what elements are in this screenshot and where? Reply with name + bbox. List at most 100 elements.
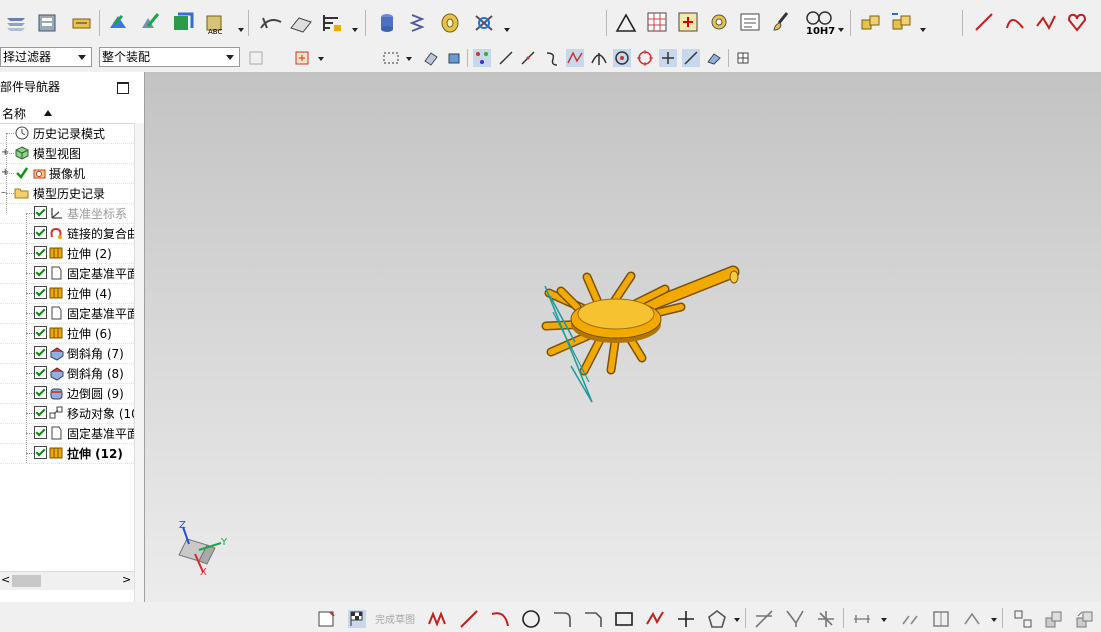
profile-icon[interactable] — [426, 608, 448, 630]
maximize-icon[interactable] — [117, 82, 129, 94]
spring-icon[interactable] — [406, 12, 430, 34]
select-frame-icon[interactable] — [293, 49, 311, 67]
component-icon[interactable] — [858, 10, 884, 34]
feature-visibility-checkbox[interactable] — [34, 346, 47, 359]
analysis-icon[interactable] — [106, 10, 130, 34]
tree-row[interactable]: 固定基准平面 (3) — [0, 263, 144, 284]
plus-point-icon[interactable] — [659, 49, 677, 67]
section-icon[interactable] — [170, 10, 194, 34]
visible-check-icon[interactable] — [16, 167, 28, 179]
sweep-icon[interactable] — [288, 12, 314, 34]
assembly-icon[interactable] — [889, 10, 915, 34]
triangle-icon[interactable] — [614, 12, 638, 34]
tree-row[interactable]: + 模型视图 — [0, 143, 134, 164]
tree-row[interactable]: 拉伸 (12) — [0, 443, 134, 464]
center-point-icon[interactable] — [613, 49, 631, 67]
tangent-icon[interactable] — [682, 49, 700, 67]
table-icon[interactable] — [645, 10, 669, 34]
heart-curve-icon[interactable] — [1065, 10, 1089, 34]
intersection-icon[interactable] — [566, 49, 584, 67]
scroll-thumb[interactable] — [12, 575, 41, 587]
vertical-scrollbar[interactable] — [134, 123, 144, 602]
edit-object-icon[interactable] — [70, 12, 94, 34]
spline-icon[interactable] — [1034, 10, 1058, 34]
scroll-left-icon[interactable]: < — [1, 573, 10, 586]
flower-model[interactable] — [541, 265, 740, 376]
tolerance-icon[interactable] — [804, 10, 834, 26]
arc-icon[interactable] — [489, 608, 511, 630]
horizontal-scrollbar[interactable]: < > — [0, 571, 134, 590]
finish-flag-icon[interactable] — [346, 608, 368, 630]
dimension-icon[interactable] — [1012, 608, 1034, 630]
tree-row[interactable]: 移动对象 (10) — [0, 403, 143, 424]
tree-row[interactable]: 拉伸 (6) — [0, 323, 134, 344]
tree-row[interactable]: 历史记录模式 — [0, 123, 134, 144]
type-filter-select[interactable]: 择过滤器 — [0, 47, 92, 67]
line-select-icon[interactable] — [497, 49, 515, 67]
tree-row[interactable]: 倒斜角 (8) — [0, 363, 134, 384]
tree-row[interactable]: 倒斜角 (7) — [0, 343, 134, 364]
pipe-icon[interactable] — [438, 12, 462, 34]
offset-icon[interactable] — [851, 608, 873, 630]
check-tool-icon[interactable] — [138, 10, 162, 34]
tree-row[interactable]: 固定基准平面 (5) — [0, 303, 144, 324]
gear-icon[interactable] — [707, 10, 731, 34]
sketch-icon[interactable] — [316, 608, 338, 630]
polyline-icon[interactable] — [644, 608, 666, 630]
column-header-name[interactable]: 名称 — [0, 103, 134, 124]
tree-row[interactable]: 链接的复合曲线 — [0, 223, 144, 244]
feature-visibility-checkbox[interactable] — [34, 426, 47, 439]
render-text-icon[interactable]: ABC — [204, 12, 230, 36]
all-points-icon[interactable] — [473, 49, 491, 67]
offset-face-icon[interactable] — [320, 12, 346, 34]
circle-icon[interactable] — [520, 608, 542, 630]
feature-visibility-checkbox[interactable] — [34, 286, 47, 299]
view-icon[interactable] — [705, 49, 723, 67]
relations-icon[interactable] — [1074, 608, 1096, 630]
grid-point-icon[interactable] — [676, 10, 700, 34]
surface-icon[interactable] — [258, 12, 284, 34]
feature-visibility-checkbox[interactable] — [34, 386, 47, 399]
brush-icon[interactable] — [769, 10, 793, 34]
vertex-icon[interactable] — [590, 49, 608, 67]
complete-sketch-label[interactable]: 完成草图 — [375, 611, 415, 626]
sheets-icon[interactable] — [36, 12, 60, 34]
tree-row[interactable]: 边倒圆 (9) — [0, 383, 134, 404]
body-select-icon[interactable] — [445, 49, 463, 67]
selection-scope-select[interactable]: 整个装配 — [99, 47, 240, 67]
mirror-icon[interactable] — [899, 608, 921, 630]
rectangle-icon[interactable] — [613, 608, 635, 630]
tree-row[interactable]: 拉伸 (4) — [0, 283, 134, 304]
tree-row[interactable]: + 摄像机 — [0, 163, 134, 184]
scroll-right-icon[interactable]: > — [122, 573, 131, 586]
fillet-icon[interactable] — [551, 608, 573, 630]
feature-visibility-checkbox[interactable] — [34, 326, 47, 339]
line-icon[interactable] — [458, 608, 480, 630]
corner-icon[interactable] — [815, 608, 837, 630]
tree-row[interactable]: 拉伸 (2) — [0, 243, 134, 264]
feature-visibility-checkbox[interactable] — [34, 366, 47, 379]
point-icon[interactable] — [675, 608, 697, 630]
rectangle-select-icon[interactable] — [382, 49, 400, 67]
feature-visibility-checkbox[interactable] — [34, 306, 47, 319]
snap-settings-icon[interactable] — [247, 49, 265, 67]
arc-icon[interactable] — [1003, 10, 1027, 34]
tree-row[interactable]: – 模型历史记录 — [0, 183, 134, 204]
graphics-viewport[interactable]: Z Y X — [145, 72, 1101, 602]
note-icon[interactable] — [738, 10, 762, 34]
feature-visibility-checkbox[interactable] — [34, 226, 47, 239]
tree-row[interactable]: 基准坐标系 — [0, 203, 134, 224]
line-icon[interactable] — [972, 10, 996, 34]
constraint-icon[interactable] — [961, 608, 983, 630]
extend-icon[interactable] — [784, 608, 806, 630]
polygon-icon[interactable] — [706, 608, 728, 630]
tree-row[interactable]: 固定基准平面 (11) — [0, 423, 144, 444]
display-icon[interactable] — [1043, 608, 1065, 630]
chamfer-icon[interactable] — [582, 608, 604, 630]
cylinder-icon[interactable] — [375, 12, 399, 34]
face-select-icon[interactable] — [422, 49, 440, 67]
coil-icon[interactable] — [472, 12, 498, 34]
feature-visibility-checkbox[interactable] — [34, 406, 47, 419]
quadrant-icon[interactable] — [636, 49, 654, 67]
feature-visibility-checkbox[interactable] — [34, 446, 47, 459]
